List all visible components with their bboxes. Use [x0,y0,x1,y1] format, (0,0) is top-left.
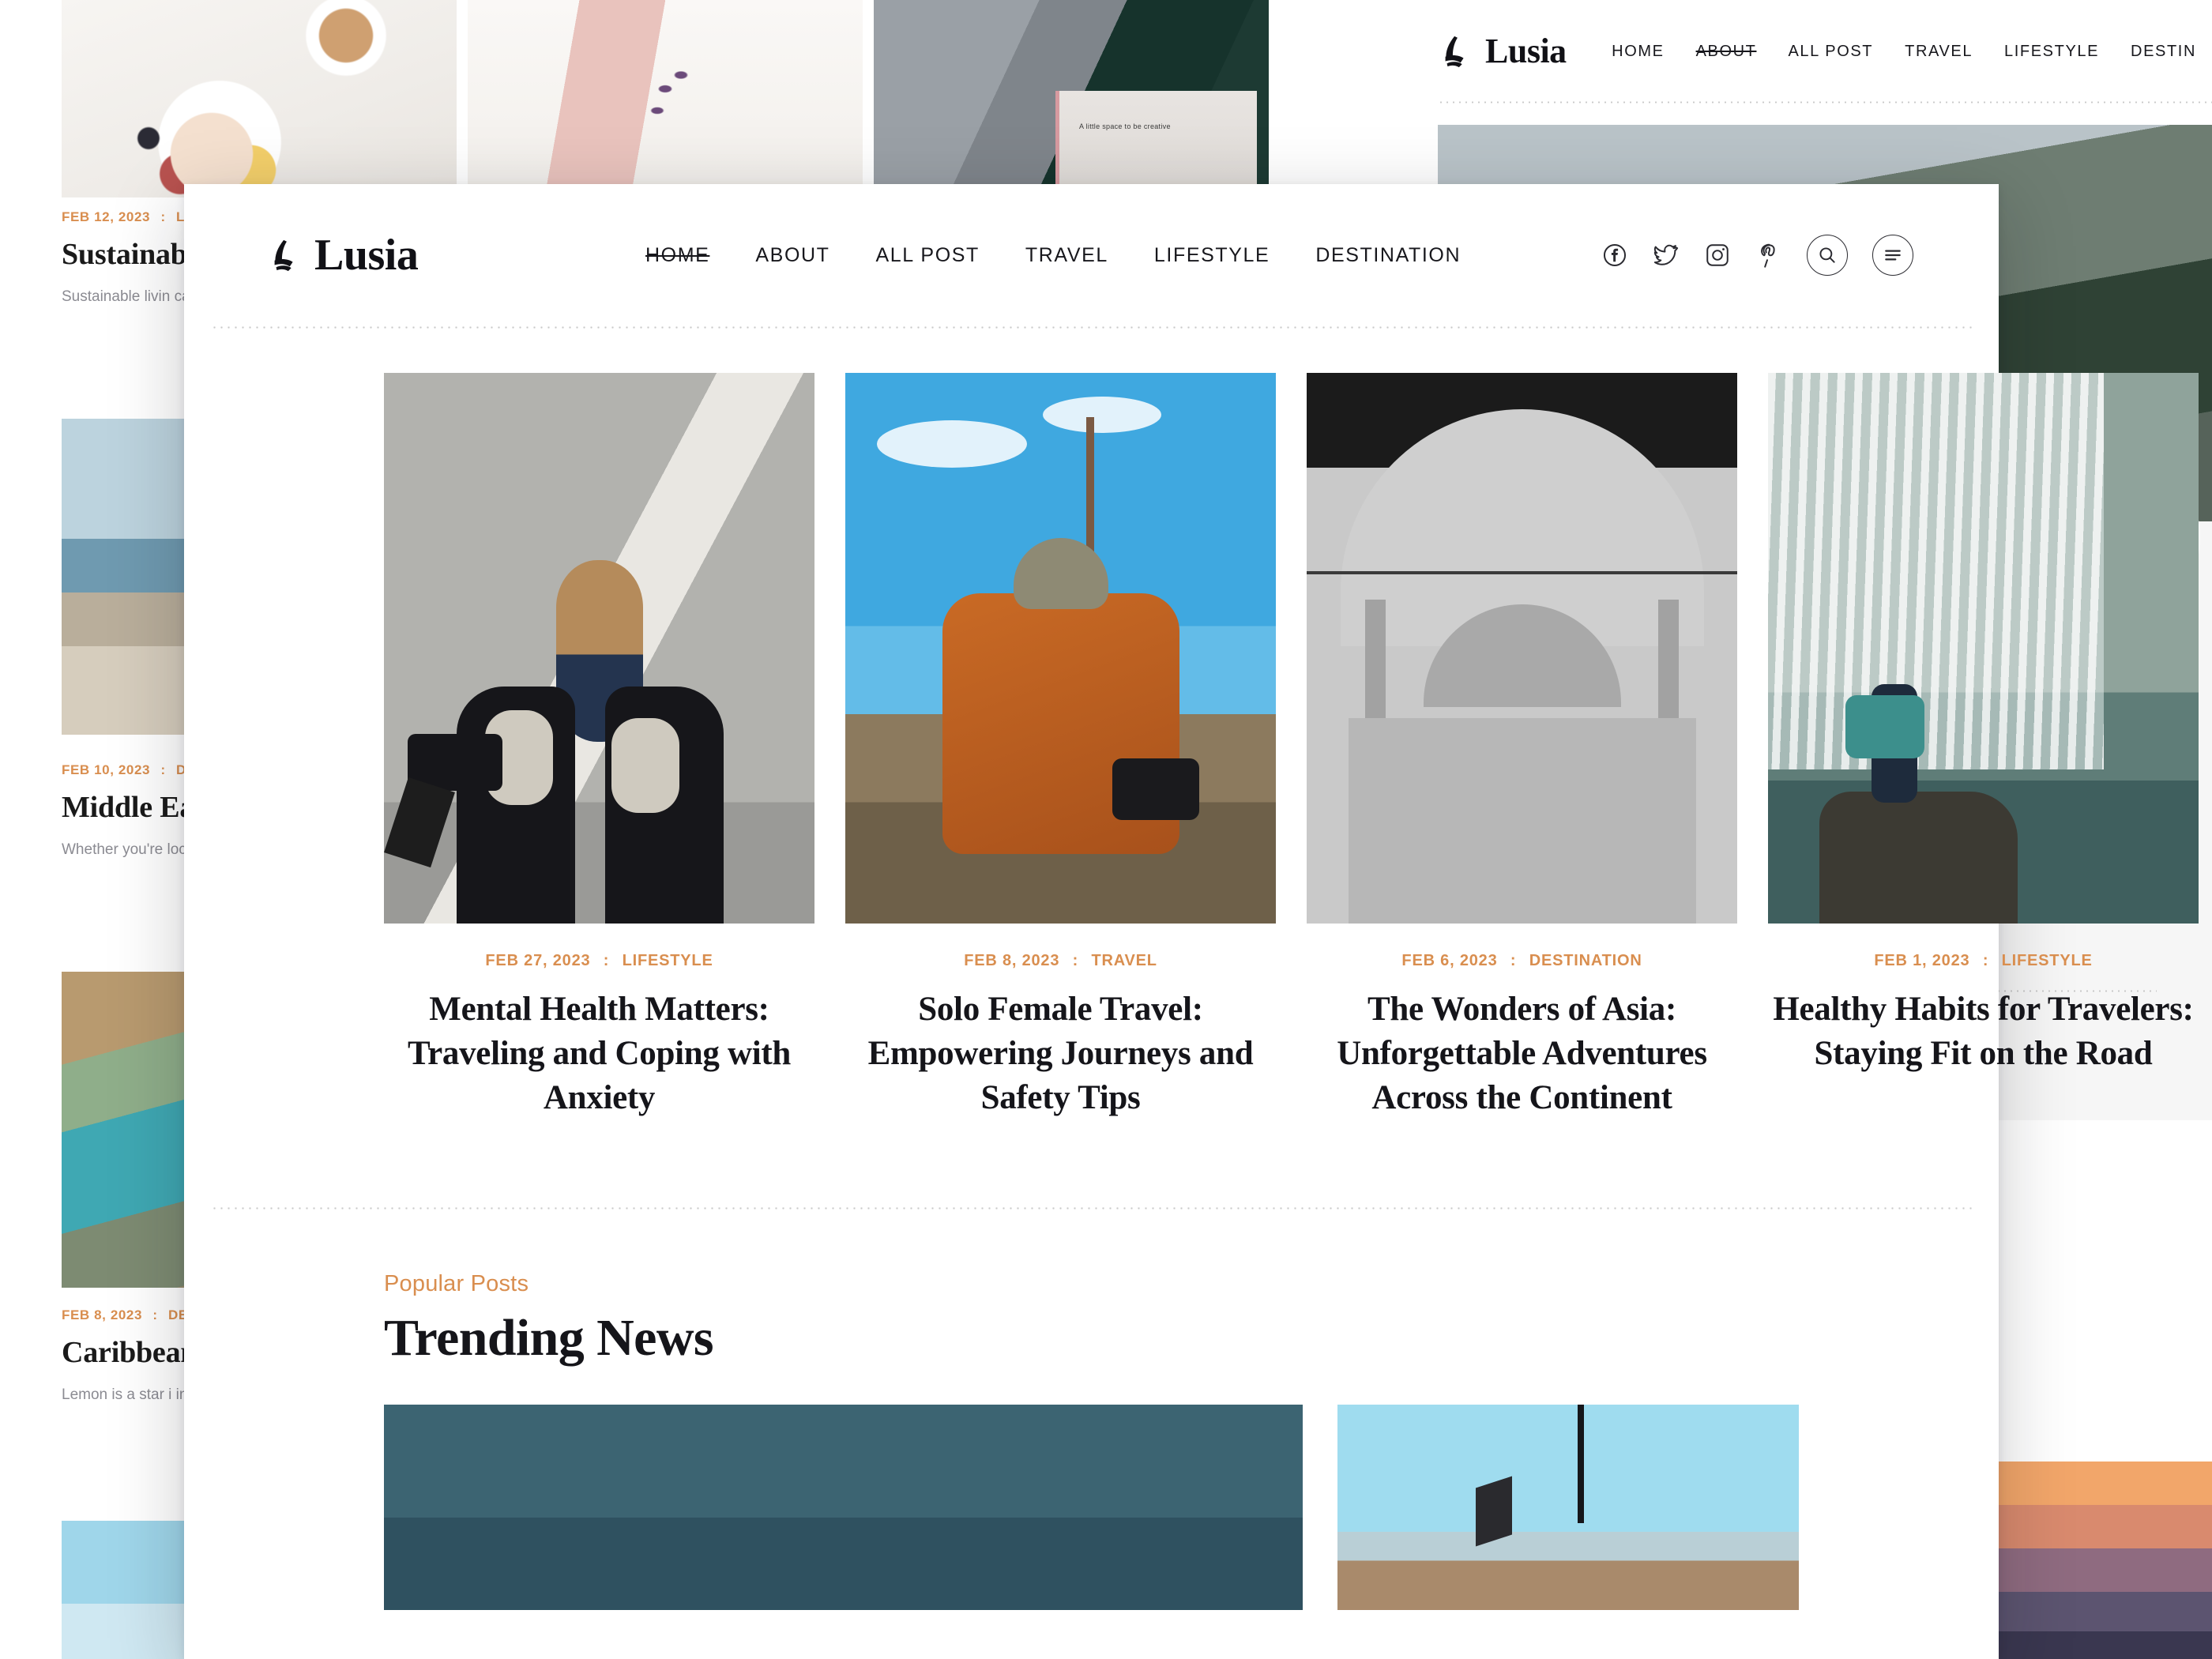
background-right-nav: HOME ABOUT ALL POST TRAVEL LIFESTYLE DES… [1596,43,2212,61]
post-card-category[interactable]: TRAVEL [1091,952,1157,969]
screenshot-root: A little space to be creative FEB 12, 20… [0,0,2212,1659]
background-thumbnail-row: A little space to be creative [62,0,1282,198]
post-card-separator: : [1072,952,1079,969]
brand-logo[interactable]: Lusia [267,233,623,277]
post-card-date: FEB 27, 2023 [485,952,591,969]
search-button[interactable] [1807,235,1848,276]
post-card-title[interactable]: Solo Female Travel: Empowering Journeys … [845,988,1276,1120]
background-post-3-separator: : [152,1307,158,1322]
post-card[interactable]: FEB 1, 2023 : LIFESTYLE Healthy Habits f… [1768,373,2199,1120]
site-header: Lusia HOME ABOUT ALL POST TRAVEL LIFESTY… [184,184,1999,326]
knitting-lavender-image [468,0,863,198]
post-card-separator: : [1982,952,1989,969]
bg-nav-item-travel[interactable]: TRAVEL [1889,43,1988,61]
pinterest-icon[interactable] [1755,242,1782,269]
post-card-meta: FEB 6, 2023 : DESTINATION [1307,952,1737,970]
post-card-date: FEB 1, 2023 [1874,952,1970,969]
nav-item-travel[interactable]: TRAVEL [1003,244,1131,267]
post-card-title[interactable]: The Wonders of Asia: Unforgettable Adven… [1307,988,1737,1120]
background-post-3-date: FEB 8, 2023 [62,1307,143,1322]
background-post-1-date: FEB 12, 2023 [62,209,151,224]
breakfast-bowl-image [62,0,457,198]
trending-image-sailboat[interactable] [1337,1404,1799,1610]
post-card-meta: FEB 8, 2023 : TRAVEL [845,952,1276,970]
nav-item-destination[interactable]: DESTINATION [1292,244,1484,267]
menu-button[interactable] [1872,235,1913,276]
post-card-category[interactable]: DESTINATION [1529,952,1642,969]
post-card[interactable]: FEB 27, 2023 : LIFESTYLE Mental Health M… [384,373,814,1120]
post-card-image-mosque[interactable] [1307,373,1737,924]
hamburger-menu-icon [1885,250,1901,261]
trending-heading: Trending News [384,1308,714,1367]
post-card-separator: : [603,952,610,969]
bg-nav-item-all-post[interactable]: ALL POST [1772,43,1889,61]
post-card-date: FEB 8, 2023 [964,952,1060,969]
search-icon [1819,247,1835,263]
post-card-title[interactable]: Mental Health Matters: Traveling and Cop… [384,988,814,1120]
post-card-meta: FEB 1, 2023 : LIFESTYLE [1768,952,2199,970]
bg-nav-item-about[interactable]: ABOUT [1680,43,1773,61]
background-right-header: Lusia HOME ABOUT ALL POST TRAVEL LIFESTY… [1390,0,2212,103]
twitter-icon[interactable] [1653,242,1680,269]
post-card[interactable]: FEB 8, 2023 : TRAVEL Solo Female Travel:… [845,373,1276,1120]
trending-kicker: Popular Posts [384,1270,529,1296]
featured-post-grid: FEB 27, 2023 : LIFESTYLE Mental Health M… [184,329,2199,1120]
post-card-title[interactable]: Healthy Habits for Travelers: Staying Fi… [1768,988,2199,1076]
creative-book-image: A little space to be creative [874,0,1269,198]
post-card-category[interactable]: LIFESTYLE [623,952,713,969]
nav-item-all-post[interactable]: ALL POST [853,244,1003,267]
trending-section: Popular Posts Trending News [184,1209,1999,1610]
post-card[interactable]: FEB 6, 2023 : DESTINATION The Wonders of… [1307,373,1737,1120]
main-navigation: HOME ABOUT ALL POST TRAVEL LIFESTYLE DES… [623,244,1601,267]
bg-nav-item-lifestyle[interactable]: LIFESTYLE [1988,43,2115,61]
nav-item-about[interactable]: ABOUT [732,244,852,267]
background-right-divider [1438,101,2212,103]
post-card-image-photographer[interactable] [845,373,1276,924]
brand-wordmark: Lusia [314,231,419,280]
nav-item-lifestyle[interactable]: LIFESTYLE [1131,244,1292,267]
post-card-meta: FEB 27, 2023 : LIFESTYLE [384,952,814,970]
foreground-site-window: Lusia HOME ABOUT ALL POST TRAVEL LIFESTY… [184,184,2199,1659]
trending-image-row [384,1404,1799,1610]
facebook-icon[interactable] [1601,242,1628,269]
background-post-2-separator: : [160,762,166,777]
post-card-separator: : [1510,952,1517,969]
post-card-image-waterfall[interactable] [1768,373,2199,924]
post-card-date: FEB 6, 2023 [1401,952,1498,969]
post-card-category[interactable]: LIFESTYLE [2002,952,2093,969]
leaf-mark-icon [1445,36,1464,68]
background-brand-wordmark: Lusia [1485,32,1567,70]
instagram-icon[interactable] [1704,242,1731,269]
background-post-2-date: FEB 10, 2023 [62,762,151,777]
leaf-mark-icon [274,239,293,272]
trending-image-ocean[interactable] [384,1404,1304,1610]
post-card-image-skateboarder[interactable] [384,373,814,924]
background-post-1-separator: : [160,209,166,224]
bg-nav-item-destination[interactable]: DESTIN [2115,43,2212,61]
bg-nav-item-home[interactable]: HOME [1596,43,1680,61]
nav-item-home[interactable]: HOME [623,244,732,267]
book-caption-text: A little space to be creative [1079,122,1171,130]
header-actions [1601,235,1913,276]
